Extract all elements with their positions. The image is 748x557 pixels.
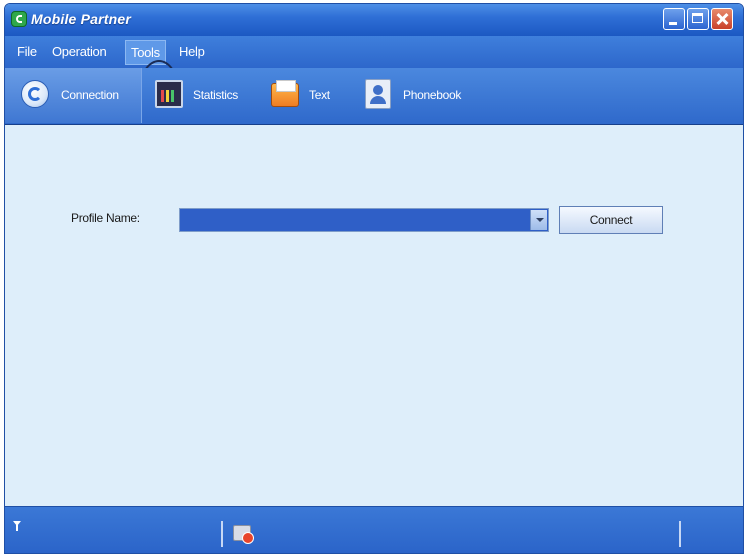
close-button[interactable]: [711, 8, 733, 30]
status-divider: [221, 521, 223, 547]
tab-statistics[interactable]: Statistics: [145, 68, 257, 123]
menu-file[interactable]: File: [17, 44, 37, 59]
app-window: Mobile Partner File Operation Tools Help…: [4, 3, 744, 554]
menu-bar: File Operation Tools Help: [5, 36, 743, 120]
text-message-icon: [271, 80, 299, 107]
profile-name-select[interactable]: [179, 208, 549, 232]
minimize-button[interactable]: [663, 8, 685, 30]
phonebook-icon: [365, 79, 391, 109]
title-bar[interactable]: Mobile Partner: [5, 4, 743, 36]
signal-strength-icon: [13, 521, 21, 531]
network-status-icon: [233, 525, 254, 544]
connect-button-label: Connect: [589, 213, 633, 227]
connection-icon: [21, 80, 49, 108]
tab-phonebook[interactable]: Phonebook: [355, 68, 485, 123]
tab-connection[interactable]: Connection: [5, 68, 142, 123]
profile-name-label: Profile Name:: [71, 211, 140, 225]
menu-operation[interactable]: Operation: [52, 44, 107, 59]
tab-connection-label: Connection: [61, 88, 119, 102]
toolbar: Connection Statistics Text Phonebook: [5, 68, 743, 125]
tab-text[interactable]: Text: [261, 68, 351, 123]
status-bar: [5, 506, 743, 553]
window-title: Mobile Partner: [31, 11, 132, 27]
maximize-button[interactable]: [687, 8, 709, 30]
tab-statistics-label: Statistics: [193, 88, 239, 102]
tab-text-label: Text: [309, 88, 330, 102]
chevron-down-icon[interactable]: [530, 210, 547, 230]
statistics-icon: [155, 80, 183, 108]
app-logo-icon: [11, 11, 27, 27]
menu-help[interactable]: Help: [179, 44, 205, 59]
connect-button[interactable]: Connect: [559, 206, 663, 234]
tab-phonebook-label: Phonebook: [403, 88, 462, 102]
connection-panel: Profile Name: Connect: [5, 125, 743, 506]
status-divider: [679, 521, 681, 547]
